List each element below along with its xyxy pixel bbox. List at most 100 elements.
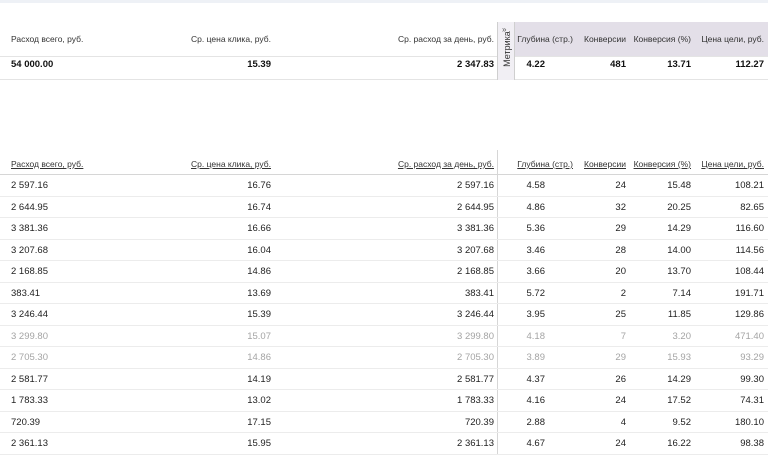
cell-spend: 2 705.30 <box>11 352 48 363</box>
cell-daily: 3 207.68 <box>457 244 494 256</box>
cell-goal-cost: 471.40 <box>734 330 764 342</box>
cell-daily: 3 299.80 <box>457 330 494 342</box>
cell-spend: 2 361.13 <box>11 438 48 449</box>
cell-depth: 3.95 <box>526 309 546 320</box>
metrika-tab-label: Метрика <box>502 31 512 67</box>
summary-header-conversions: Конверсии <box>584 34 626 44</box>
summary-bottom-divider <box>0 79 768 80</box>
cell-depth: 3.66 <box>526 266 546 277</box>
cell-cpc: 14.86 <box>247 266 271 277</box>
cell-cpc: 13.02 <box>247 395 271 406</box>
cell-conversions: 7 <box>620 330 626 342</box>
summary-divider <box>0 56 768 57</box>
cell-daily: 2 581.77 <box>457 373 494 385</box>
cell-goal-cost: 93.29 <box>740 352 764 363</box>
cell-spend: 3 207.68 <box>11 244 48 256</box>
cell-cpc: 14.86 <box>247 352 271 363</box>
table-row[interactable]: 383.41 13.69 383.41 5.72 2 7.14 191.71 <box>0 283 768 304</box>
cell-depth: 5.72 <box>526 287 546 299</box>
cell-conversion-rate: 15.48 <box>667 180 691 191</box>
cell-conversion-rate: 3.20 <box>672 330 692 342</box>
cell-conversions: 26 <box>615 373 626 385</box>
cell-depth: 4.16 <box>526 395 546 406</box>
cell-conversion-rate: 9.52 <box>672 416 692 428</box>
summary-value-goal-cost: 112.27 <box>735 59 764 70</box>
cell-daily: 383.41 <box>464 287 494 299</box>
cell-daily: 2 597.16 <box>457 180 494 191</box>
cell-conversions: 24 <box>615 395 626 406</box>
summary-header-depth: Глубина (стр.) <box>517 34 573 44</box>
cell-goal-cost: 74.31 <box>740 395 764 406</box>
table-row[interactable]: 1 783.33 13.02 1 783.33 4.16 24 17.52 74.31 <box>0 390 768 412</box>
table-row[interactable]: 3 207.68 16.04 3 207.68 3.46 28 14.00 114.56 <box>0 240 768 261</box>
table-header: Расход всего, руб. Ср. цена клика, руб. … <box>0 150 768 175</box>
col-header-goal-cost[interactable]: Цена цели, руб. <box>701 159 764 169</box>
summary-value-daily: 2 347.83 <box>457 59 494 70</box>
table-row[interactable]: 3 299.80 15.07 3 299.80 4.18 7 3.20 471.40 <box>0 326 768 347</box>
metrika-toggle-tab[interactable]: » Метрика <box>497 22 515 80</box>
cell-goal-cost: 191.71 <box>734 287 764 299</box>
cell-depth: 3.89 <box>526 352 546 363</box>
cell-cpc: 17.15 <box>247 416 271 428</box>
cell-cpc: 15.95 <box>247 438 271 449</box>
cell-spend: 1 783.33 <box>11 395 48 406</box>
col-header-conversions[interactable]: Конверсии <box>584 159 626 169</box>
cell-depth: 4.67 <box>526 438 546 449</box>
cell-conversions: 25 <box>615 309 626 320</box>
cell-daily: 720.39 <box>464 416 494 428</box>
cell-daily: 2 361.13 <box>457 438 494 449</box>
cell-daily: 2 705.30 <box>457 352 494 363</box>
cell-conversions: 4 <box>620 416 626 428</box>
cell-conversions: 32 <box>615 201 626 213</box>
cell-spend: 3 299.80 <box>11 330 48 342</box>
cell-conversions: 2 <box>620 287 626 299</box>
col-header-conversion-rate[interactable]: Конверсия (%) <box>634 159 691 169</box>
table-row[interactable]: 2 581.77 14.19 2 581.77 4.37 26 14.29 99.30 <box>0 369 768 390</box>
cell-cpc: 16.04 <box>247 244 271 256</box>
cell-cpc: 13.69 <box>247 287 271 299</box>
cell-daily: 3 246.44 <box>457 309 494 320</box>
cell-conversions: 20 <box>615 266 626 277</box>
col-header-spend[interactable]: Расход всего, руб. <box>11 159 83 169</box>
cell-depth: 4.18 <box>526 330 546 342</box>
cell-goal-cost: 114.56 <box>735 244 764 256</box>
col-header-depth[interactable]: Глубина (стр.) <box>517 159 573 169</box>
cell-depth: 5.36 <box>526 223 546 234</box>
summary-totals: Расход всего, руб. Ср. цена клика, руб. … <box>0 22 768 80</box>
cell-goal-cost: 129.86 <box>734 309 764 320</box>
cell-conversions: 28 <box>615 244 626 256</box>
cell-cpc: 16.66 <box>247 223 271 234</box>
table-body: 2 597.16 16.76 2 597.16 4.58 24 15.48 108.21 2 … <box>0 175 768 455</box>
col-header-cpc[interactable]: Ср. цена клика, руб. <box>191 159 271 169</box>
cell-goal-cost: 99.30 <box>740 373 764 385</box>
cell-goal-cost: 98.38 <box>740 438 764 449</box>
table-row[interactable]: 2 361.13 15.95 2 361.13 4.67 24 16.22 98.38 <box>0 433 768 455</box>
table-row[interactable]: 3 246.44 15.39 3 246.44 3.95 25 11.85 129.86 <box>0 304 768 326</box>
table-row[interactable]: 3 381.36 16.66 3 381.36 5.36 29 14.29 116.60 <box>0 218 768 240</box>
cell-depth: 4.86 <box>526 201 546 213</box>
summary-header-spend: Расход всего, руб. <box>11 34 84 44</box>
table-row[interactable]: 720.39 17.15 720.39 2.88 4 9.52 180.10 <box>0 412 768 433</box>
cell-goal-cost: 108.44 <box>734 266 764 277</box>
cell-spend: 2 644.95 <box>11 201 48 213</box>
cell-spend: 2 168.85 <box>11 266 48 277</box>
cell-conversions: 29 <box>615 223 626 234</box>
cell-goal-cost: 116.60 <box>735 223 764 234</box>
cell-conversions: 29 <box>615 352 626 363</box>
table-row[interactable]: 2 168.85 14.86 2 168.85 3.66 20 13.70 108.44 <box>0 261 768 283</box>
summary-value-cpc: 15.39 <box>247 59 271 70</box>
table-row[interactable]: 2 597.16 16.76 2 597.16 4.58 24 15.48 108.21 <box>0 175 768 197</box>
cell-conversion-rate: 14.00 <box>667 244 691 256</box>
summary-value-conversions: 481 <box>610 59 626 70</box>
table-row[interactable]: 2 705.30 14.86 2 705.30 3.89 29 15.93 93.29 <box>0 347 768 369</box>
col-header-daily[interactable]: Ср. расход за день, руб. <box>398 159 494 169</box>
stats-table: Расход всего, руб. Ср. цена клика, руб. … <box>0 150 768 455</box>
table-row[interactable]: 2 644.95 16.74 2 644.95 4.86 32 20.25 82.65 <box>0 197 768 218</box>
cell-goal-cost: 108.21 <box>734 180 764 191</box>
cell-cpc: 14.19 <box>247 373 271 385</box>
cell-conversion-rate: 14.29 <box>667 223 691 234</box>
cell-conversion-rate: 11.85 <box>667 309 691 320</box>
top-divider <box>0 0 768 3</box>
cell-cpc: 15.39 <box>247 309 271 320</box>
cell-conversion-rate: 7.14 <box>672 287 692 299</box>
